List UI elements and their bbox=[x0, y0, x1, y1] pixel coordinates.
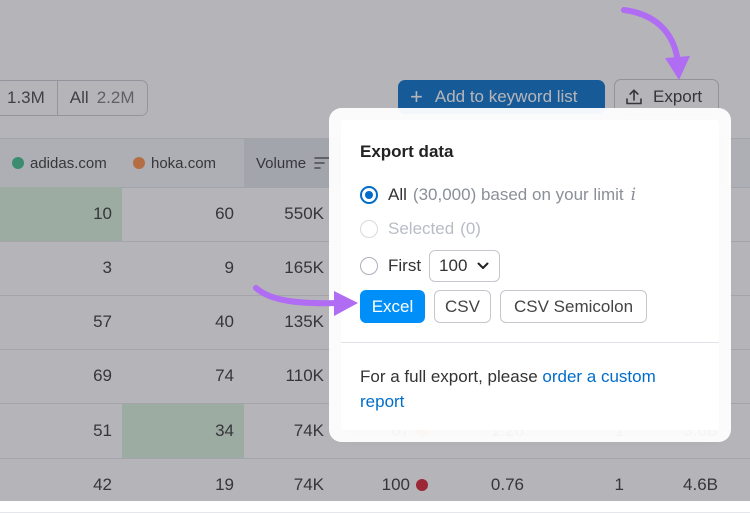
column-header-hoka[interactable]: hoka.com bbox=[133, 139, 216, 187]
column-header-volume[interactable]: Volume bbox=[244, 139, 334, 187]
export-excel-button[interactable]: Excel bbox=[360, 290, 425, 323]
radio-all[interactable] bbox=[360, 186, 378, 204]
export-data-panel: Export data All (30,000) based on your l… bbox=[341, 120, 719, 430]
domain-color-dot bbox=[12, 157, 24, 169]
export-csv-button[interactable]: CSV bbox=[434, 290, 491, 323]
sort-icon bbox=[314, 157, 330, 169]
option-first[interactable]: First 100 bbox=[360, 250, 501, 282]
upload-icon bbox=[626, 89, 642, 105]
table-cell-c2: 74 bbox=[215, 366, 234, 385]
option-selected: Selected (0) bbox=[360, 219, 481, 239]
table-row[interactable]: 42 19 74K 100 0.76 1 4.6B bbox=[0, 458, 750, 513]
table-cell-c6: 1 bbox=[614, 475, 624, 494]
table-cell-c1: 57 bbox=[93, 312, 112, 331]
table-cell-c1: 3 bbox=[102, 258, 112, 277]
domain-color-dot bbox=[133, 157, 145, 169]
table-cell-c4: 100 bbox=[334, 458, 434, 512]
table-cell-c2: 60 bbox=[215, 204, 234, 223]
filter-segment-all[interactable]: All 2.2M bbox=[56, 81, 147, 115]
table-cell-c2: 40 bbox=[215, 312, 234, 331]
table-cell-c3: 110K bbox=[285, 366, 324, 385]
table-cell-c3: 74K bbox=[293, 421, 324, 440]
radio-first[interactable] bbox=[360, 257, 378, 275]
export-button[interactable]: Export bbox=[614, 79, 719, 115]
export-csv-semicolon-button[interactable]: CSV Semicolon bbox=[500, 290, 647, 323]
table-cell-c3: 135K bbox=[284, 312, 324, 331]
plus-icon: + bbox=[410, 84, 423, 109]
add-to-keyword-list-button[interactable]: + Add to keyword list bbox=[398, 80, 605, 114]
table-cell-c7: 4.6B bbox=[683, 475, 718, 494]
filter-segment-previous[interactable]: 1.3M bbox=[0, 81, 57, 115]
full-export-note: For a full export, please order a custom… bbox=[360, 367, 656, 411]
table-cell-c3: 74K bbox=[293, 475, 324, 494]
table-cell-c3: 550K bbox=[284, 204, 324, 223]
difficulty-dot bbox=[416, 479, 428, 491]
table-cell-c2: 19 bbox=[215, 475, 234, 494]
panel-divider bbox=[341, 342, 719, 343]
table-cell-c5: 0.76 bbox=[490, 475, 524, 494]
panel-title: Export data bbox=[360, 142, 454, 161]
table-cell-c1: 42 bbox=[93, 475, 112, 494]
table-cell-c1: 51 bbox=[93, 421, 112, 440]
table-cell-c1: 10 bbox=[0, 187, 122, 241]
annotation-arrow-export-icon bbox=[621, 7, 690, 80]
row-count-select[interactable]: 100 bbox=[429, 250, 501, 282]
info-icon[interactable]: i bbox=[631, 185, 636, 205]
radio-selected bbox=[360, 220, 378, 238]
table-cell-c3: 165K bbox=[284, 258, 324, 277]
database-filter-group: 1.3M All 2.2M bbox=[0, 80, 148, 116]
column-header-adidas[interactable]: adidas.com bbox=[12, 139, 107, 187]
table-cell-c1: 69 bbox=[93, 366, 112, 385]
table-cell-c2: 34 bbox=[122, 404, 244, 458]
option-all[interactable]: All (30,000) based on your limit i bbox=[360, 185, 636, 205]
table-cell-c2: 9 bbox=[224, 258, 234, 277]
chevron-down-icon bbox=[477, 262, 489, 269]
